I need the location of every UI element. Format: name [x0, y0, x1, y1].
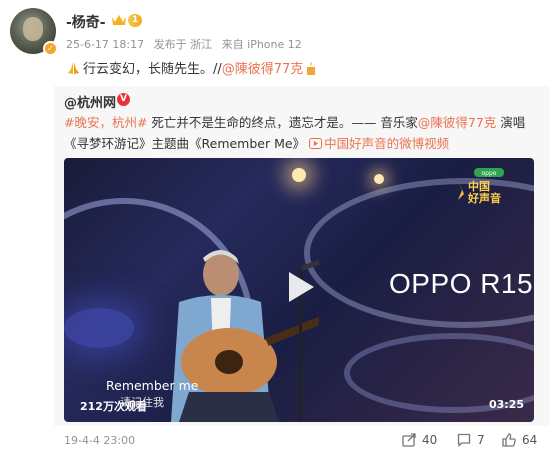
repost-button[interactable]: 40 [402, 430, 437, 450]
like-count: 64 [522, 433, 538, 447]
thumbs-up-icon [502, 433, 516, 447]
comment-button[interactable]: 7 [457, 430, 485, 450]
post-time[interactable]: 25-6-17 18:17 [66, 38, 144, 51]
stage-light [292, 168, 306, 182]
show-logo-text: 中国 好声音 [468, 181, 501, 205]
video-subtitle-en: Remember me [106, 378, 199, 393]
like-button[interactable]: 64 [502, 430, 537, 450]
hashtag-link[interactable]: #晚安，杭州# [64, 115, 147, 130]
play-icon[interactable] [286, 270, 316, 304]
comment-icon [457, 433, 471, 447]
candle-icon [307, 62, 316, 75]
comment-count: 7 [477, 433, 485, 447]
level-value: 1 [132, 15, 139, 25]
repost-icon [402, 433, 416, 447]
verified-v-icon: V [117, 93, 130, 106]
svg-text:oppo: oppo [482, 170, 497, 177]
crown-icon [112, 15, 126, 25]
level-badge: 1 [128, 14, 143, 27]
video-link-label: 中国好声音的微博视频 [324, 136, 450, 151]
username[interactable]: -杨奇- [66, 12, 106, 32]
repost-card[interactable]: @杭州网 V #晚安，杭州# 死亡并不是生命的终点，遗忘才是。—— 音乐家@陳彼… [54, 86, 550, 426]
source-body: 死亡并不是生命的终点，遗忘才是。—— 音乐家 [147, 115, 418, 130]
avatar-verified-badge: ✓ [43, 41, 58, 56]
avatar-image [23, 17, 43, 41]
brand-overlay-text: OPPO R15 [389, 268, 534, 299]
video-link[interactable]: 中国好声音的微博视频 [309, 136, 449, 151]
source-author[interactable]: @杭州网 [64, 92, 116, 111]
repost-count: 40 [422, 433, 438, 447]
post-device: 来自 iPhone 12 [221, 38, 302, 51]
video-duration: 03:25 [488, 398, 524, 411]
post-meta: 25-6-17 18:17 发布于 浙江 来自 iPhone 12 [66, 36, 308, 52]
source-text: #晚安，杭州# 死亡并不是生命的终点，遗忘才是。—— 音乐家@陳彼得77克 演唱… [64, 112, 544, 154]
post-text: 行云变幻，长随先生。//@陳彼得77克 [66, 58, 318, 77]
avatar[interactable]: ✓ [10, 8, 58, 56]
post-mention[interactable]: @陳彼得77克 [222, 62, 304, 77]
singer-illustration [171, 250, 319, 422]
post-location: 发布于 浙江 [153, 38, 213, 51]
praying-hands-icon [68, 62, 79, 74]
show-logo-line2: 好声音 [468, 192, 501, 205]
video-link-icon [309, 138, 323, 149]
source-mention[interactable]: @陳彼得77克 [418, 115, 496, 130]
stage-light [374, 174, 384, 184]
video-player[interactable]: oppo 中国 好声音 OPPO R15 Remember me 请记住我 21… [64, 158, 534, 422]
post-body: 行云变幻，长随先生。// [83, 62, 222, 77]
view-count: 212万次观看 [80, 400, 147, 413]
stage-light [64, 308, 134, 348]
card-timestamp[interactable]: 19-4-4 23:00 [64, 434, 135, 447]
